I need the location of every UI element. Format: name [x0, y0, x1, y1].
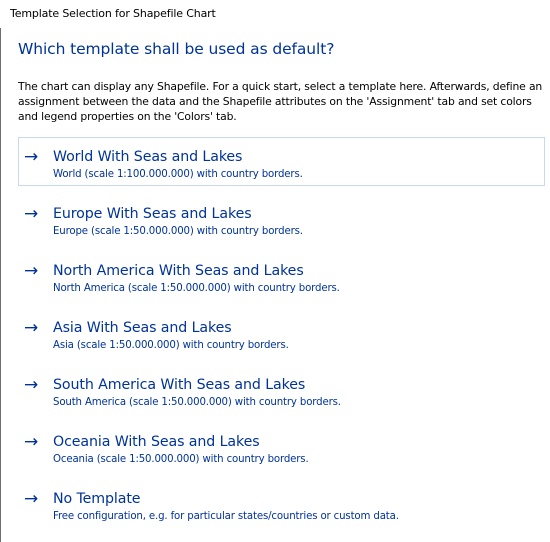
- template-option-subtitle: North America (scale 1:50.000.000) with …: [53, 283, 340, 294]
- right-arrow-icon: →: [24, 489, 39, 509]
- template-option-subtitle: Free configuration, e.g. for particular …: [53, 511, 399, 522]
- template-option-south-america[interactable]: → South America With Seas and Lakes Sout…: [18, 365, 545, 414]
- page-description: The chart can display any Shapefile. For…: [18, 80, 543, 123]
- right-arrow-icon: →: [24, 147, 39, 167]
- page-heading: Which template shall be used as default?: [18, 40, 335, 58]
- template-option-subtitle: Asia (scale 1:50.000.000) with country b…: [53, 340, 289, 351]
- template-option-no-template[interactable]: → No Template Free configuration, e.g. f…: [18, 479, 545, 528]
- template-option-title: No Template: [53, 491, 141, 507]
- template-option-subtitle: Europe (scale 1:50.000.000) with country…: [53, 226, 303, 237]
- template-option-title: South America With Seas and Lakes: [53, 377, 306, 393]
- right-arrow-icon: →: [24, 204, 39, 224]
- template-option-north-america[interactable]: → North America With Seas and Lakes Nort…: [18, 251, 545, 300]
- template-option-asia[interactable]: → Asia With Seas and Lakes Asia (scale 1…: [18, 308, 545, 357]
- template-option-subtitle: World (scale 1:100.000.000) with country…: [53, 169, 303, 180]
- window-title: Template Selection for Shapefile Chart: [0, 0, 550, 28]
- template-option-world[interactable]: → World With Seas and Lakes World (scale…: [18, 137, 545, 186]
- template-option-europe[interactable]: → Europe With Seas and Lakes Europe (sca…: [18, 194, 545, 243]
- right-arrow-icon: →: [24, 375, 39, 395]
- template-option-subtitle: South America (scale 1:50.000.000) with …: [53, 397, 341, 408]
- template-option-title: Asia With Seas and Lakes: [53, 320, 232, 336]
- template-option-oceania[interactable]: → Oceania With Seas and Lakes Oceania (s…: [18, 422, 545, 471]
- right-arrow-icon: →: [24, 432, 39, 452]
- template-option-title: Europe With Seas and Lakes: [53, 206, 252, 222]
- template-options-list: → World With Seas and Lakes World (scale…: [18, 137, 545, 536]
- right-arrow-icon: →: [24, 261, 39, 281]
- template-option-subtitle: Oceania (scale 1:50.000.000) with countr…: [53, 454, 309, 465]
- template-option-title: Oceania With Seas and Lakes: [53, 434, 260, 450]
- template-option-title: North America With Seas and Lakes: [53, 263, 304, 279]
- window-left-edge: [0, 0, 1, 542]
- template-option-title: World With Seas and Lakes: [53, 149, 243, 165]
- right-arrow-icon: →: [24, 318, 39, 338]
